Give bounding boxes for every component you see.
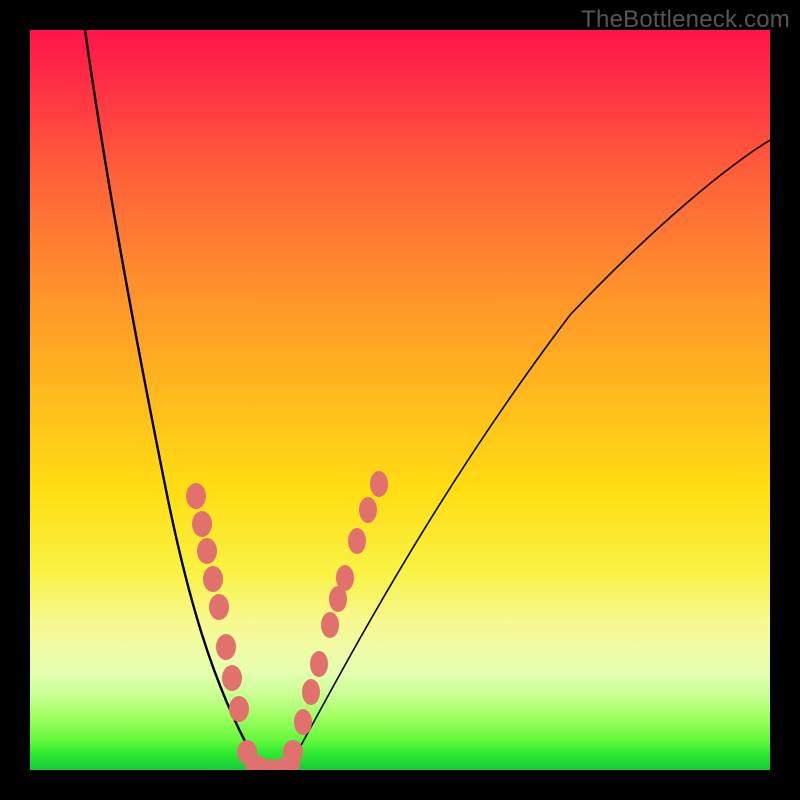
bead: [222, 665, 242, 691]
bead: [336, 565, 354, 591]
bead: [216, 634, 236, 660]
bead: [203, 566, 223, 592]
bead: [186, 483, 206, 509]
right-arm-curve: [294, 140, 770, 758]
bead: [348, 528, 366, 554]
bead: [359, 497, 377, 523]
bead: [370, 471, 388, 497]
bead: [294, 709, 312, 735]
bead: [192, 511, 212, 537]
bead: [302, 679, 320, 705]
plot-area: [30, 30, 770, 770]
bead: [321, 612, 339, 638]
bead: [209, 594, 229, 620]
overlay-svg: [30, 30, 770, 770]
beads-left: [186, 483, 300, 770]
bead: [197, 538, 217, 564]
bead: [229, 696, 249, 722]
chart-frame: TheBottleneck.com: [0, 0, 800, 800]
bead: [283, 740, 303, 764]
bead: [310, 651, 328, 677]
